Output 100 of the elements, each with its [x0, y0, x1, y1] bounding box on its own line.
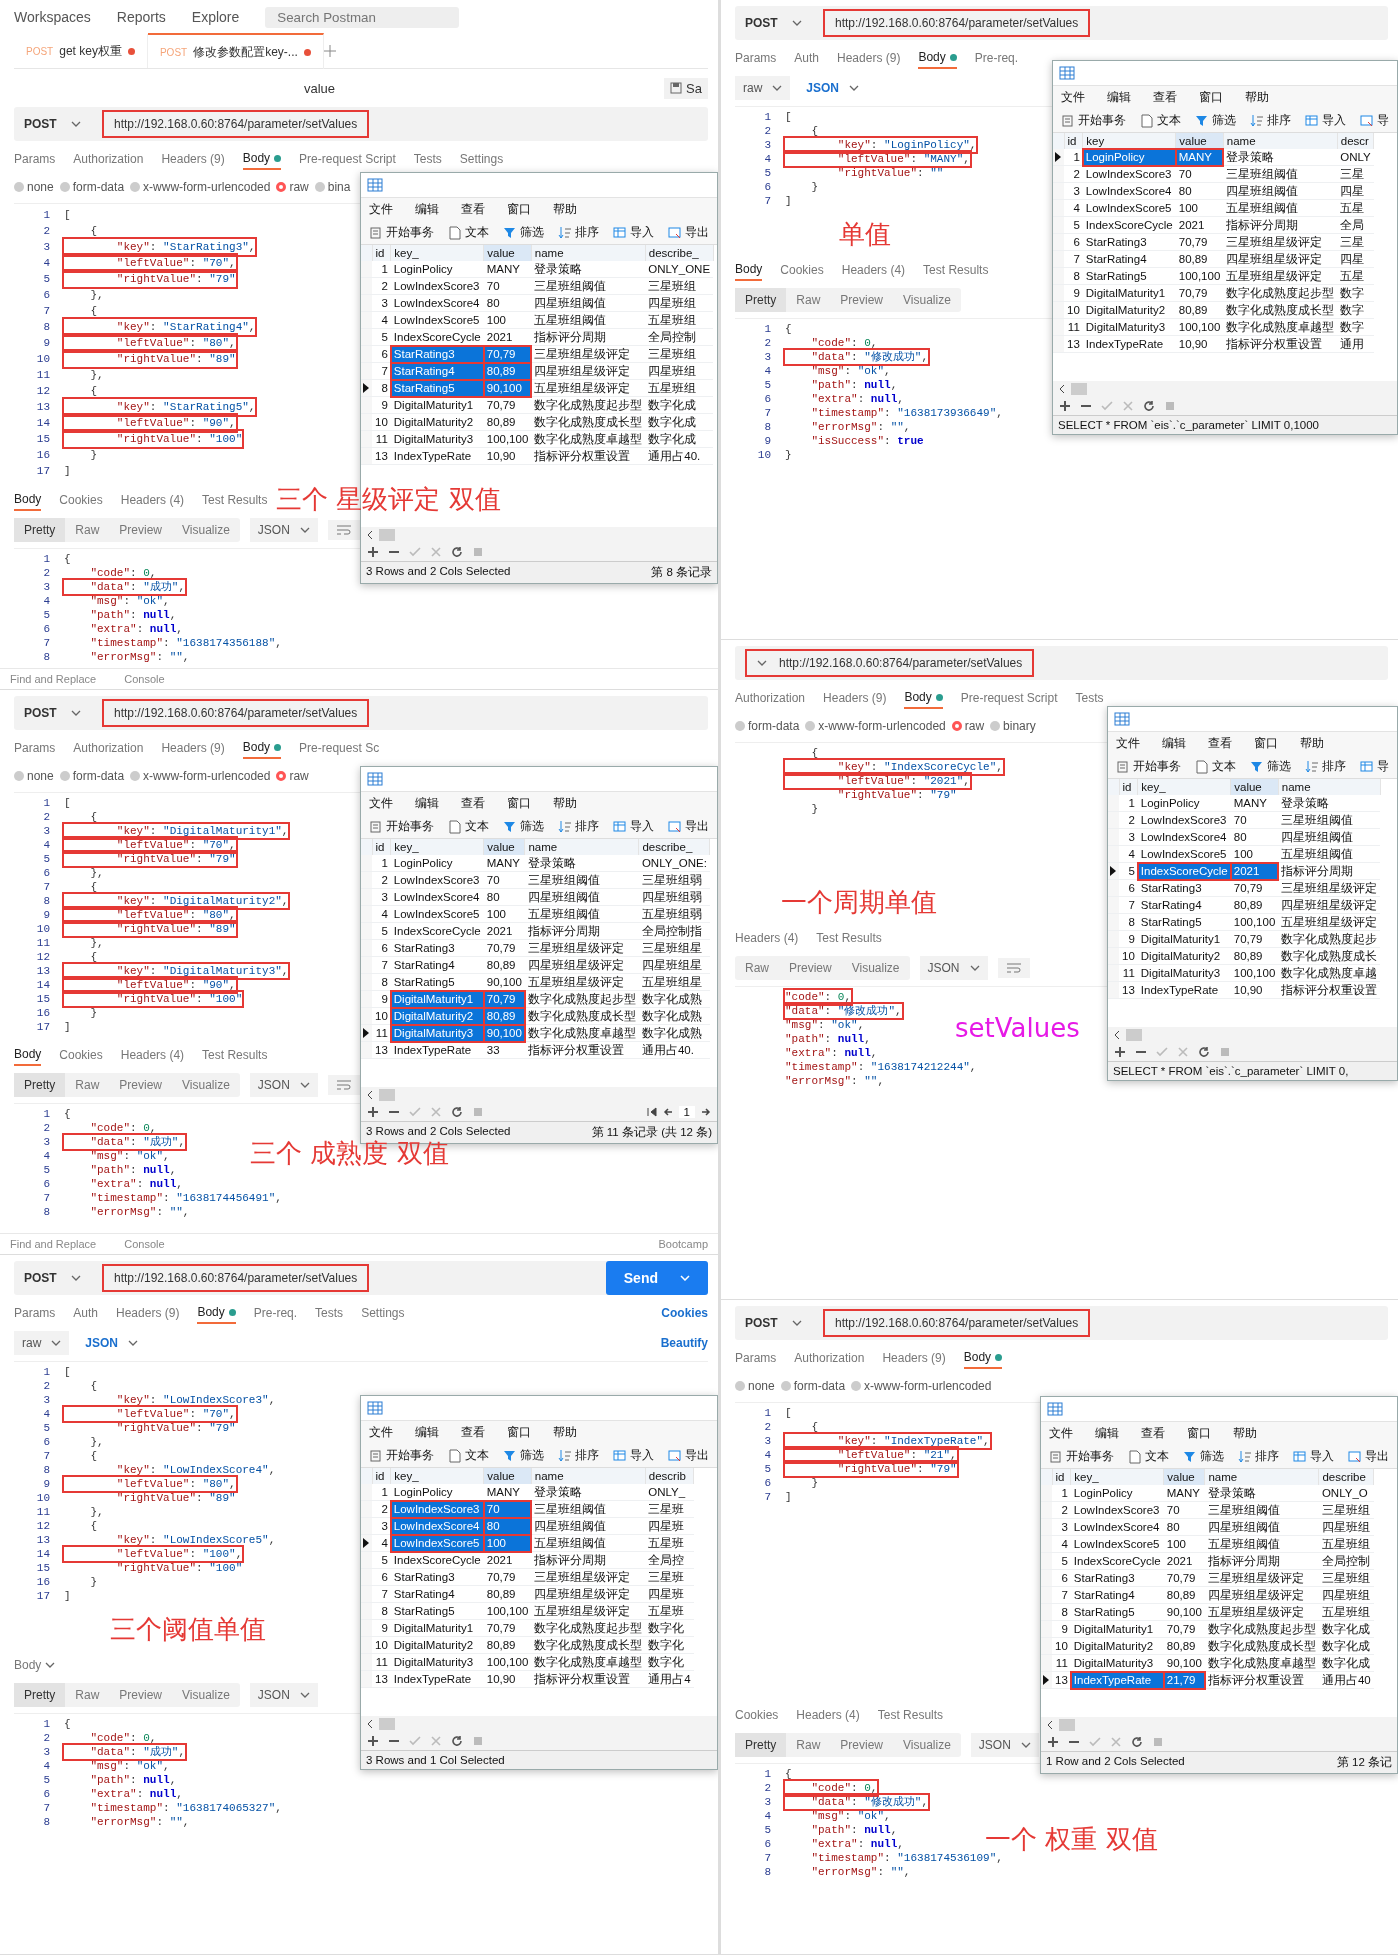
scroll-left-icon[interactable] — [367, 530, 373, 540]
menu-item[interactable]: 窗口 — [507, 796, 531, 811]
request-option-tab[interactable]: Pre-req. — [253, 1303, 298, 1323]
footer-link[interactable]: Console — [124, 1238, 165, 1250]
row-header-cell[interactable] — [361, 888, 372, 906]
body-type-radio[interactable]: form-data — [780, 1379, 846, 1393]
format-dropdown[interactable]: JSON — [970, 1733, 1039, 1757]
scrollbar-thumb[interactable] — [1071, 383, 1087, 395]
request-option-tab[interactable]: Headers (9) — [161, 738, 225, 758]
row-header-cell[interactable] — [1041, 1671, 1052, 1689]
menu-item[interactable]: 帮助 — [553, 796, 577, 811]
response-tab[interactable]: Test Results — [202, 490, 268, 510]
request-option-tab[interactable]: Body — [242, 148, 282, 170]
menu-item[interactable]: 窗口 — [1254, 736, 1278, 751]
body-mode-dropdown[interactable]: raw — [735, 76, 791, 100]
check-icon[interactable] — [409, 546, 421, 558]
row-header-cell[interactable] — [1108, 947, 1119, 965]
chevron-icon[interactable] — [791, 20, 802, 26]
row-header-cell[interactable] — [1108, 981, 1119, 999]
request-option-tab[interactable]: Body — [242, 737, 282, 759]
row-header-cell[interactable] — [361, 396, 372, 414]
chevron-icon[interactable] — [299, 527, 310, 533]
row-header-cell[interactable] — [1108, 811, 1119, 829]
request-option-tab[interactable]: Body — [963, 1347, 1003, 1369]
row-header-cell[interactable] — [1108, 930, 1119, 948]
response-tab[interactable]: Test Results — [816, 928, 882, 948]
refresh-icon[interactable] — [451, 1735, 463, 1747]
request-option-tab[interactable]: Auth — [73, 1303, 99, 1323]
row-header-cell[interactable] — [1041, 1518, 1052, 1536]
row-header-cell[interactable] — [361, 1568, 372, 1586]
request-option-tab[interactable]: Headers (9) — [882, 1348, 946, 1368]
request-option-tab[interactable]: Authorization — [735, 688, 806, 708]
toolbar-button[interactable]: 排序 — [1236, 1448, 1281, 1465]
response-tab[interactable]: Cookies — [59, 490, 103, 510]
send-button[interactable]: Send — [605, 1261, 708, 1295]
request-option-tab[interactable]: Headers (9) — [837, 48, 901, 68]
view-tab[interactable]: Preview — [109, 518, 173, 542]
body-type-radio[interactable]: x-www-form-urlencoded — [851, 1379, 992, 1393]
footer-link[interactable]: Bootcamp — [658, 1238, 708, 1250]
toolbar-button[interactable]: 文本 — [446, 224, 491, 241]
refresh-icon[interactable] — [451, 1106, 463, 1118]
response-tab[interactable]: Headers (4) — [796, 1705, 860, 1725]
check-icon[interactable] — [1156, 1046, 1168, 1058]
column-header[interactable]: name — [1223, 133, 1338, 149]
nav-link[interactable]: Explore — [191, 9, 240, 25]
first-page-icon[interactable] — [646, 1107, 657, 1117]
view-tab[interactable]: Raw — [786, 288, 831, 312]
chevron-icon[interactable] — [70, 1275, 81, 1281]
column-header[interactable]: describe_ — [638, 839, 710, 855]
row-header-cell[interactable] — [1108, 879, 1119, 897]
column-header[interactable]: value — [1230, 779, 1279, 795]
close-icon[interactable] — [1177, 1046, 1189, 1058]
toolbar-button[interactable]: 筛选 — [1193, 112, 1238, 129]
row-header-cell[interactable] — [1053, 267, 1064, 285]
menu-item[interactable]: 编辑 — [1107, 90, 1131, 105]
menu-item[interactable]: 查看 — [1208, 736, 1232, 751]
toolbar-button[interactable]: 导 — [1358, 112, 1391, 129]
row-header-cell[interactable] — [1053, 301, 1064, 319]
column-header[interactable]: key_ — [390, 839, 484, 855]
stop-icon[interactable] — [472, 1106, 484, 1118]
method-dropdown[interactable]: POST — [745, 1316, 815, 1330]
response-tab[interactable]: Body — [14, 1655, 56, 1675]
chevron-icon[interactable] — [849, 85, 860, 91]
url-field[interactable]: http://192.168.0.60:8764/parameter/setValues — [102, 1264, 370, 1292]
close-icon[interactable] — [430, 1106, 442, 1118]
menu-item[interactable]: 查看 — [1141, 1426, 1165, 1441]
view-tab[interactable]: Pretty — [14, 518, 66, 542]
row-header-cell[interactable] — [361, 345, 372, 363]
menu-item[interactable]: 窗口 — [507, 202, 531, 217]
language-dropdown[interactable]: JSON — [85, 1336, 139, 1350]
menu-item[interactable]: 帮助 — [1233, 1426, 1257, 1441]
menu-item[interactable]: 文件 — [369, 796, 393, 811]
column-header[interactable]: name — [524, 839, 639, 855]
row-header-cell[interactable] — [1108, 896, 1119, 914]
refresh-icon[interactable] — [1143, 400, 1155, 412]
view-tab[interactable]: Visualize — [893, 288, 961, 312]
menu-item[interactable]: 帮助 — [553, 1425, 577, 1440]
request-option-tab[interactable]: Params — [14, 149, 56, 169]
toolbar-button[interactable]: 导 — [1358, 758, 1391, 775]
toolbar-button[interactable]: 文本 — [1126, 1448, 1171, 1465]
row-header-cell[interactable] — [361, 328, 372, 346]
toolbar-button[interactable]: 开始事务 — [1059, 112, 1128, 129]
menu-item[interactable]: 文件 — [1061, 90, 1085, 105]
chevron-icon[interactable] — [299, 1082, 310, 1088]
stop-icon[interactable] — [472, 1735, 484, 1747]
body-mode-dropdown[interactable]: raw — [14, 1331, 70, 1355]
toolbar-button[interactable]: 开始事务 — [1047, 1448, 1116, 1465]
menu-item[interactable]: 编辑 — [415, 1425, 439, 1440]
view-tab[interactable]: Raw — [65, 1073, 110, 1097]
row-header-cell[interactable] — [1108, 964, 1119, 982]
menu-item[interactable]: 帮助 — [1300, 736, 1324, 751]
check-icon[interactable] — [409, 1106, 421, 1118]
cookies-link[interactable]: Cookies — [661, 1306, 708, 1320]
row-header-cell[interactable] — [361, 1007, 372, 1025]
plus-icon[interactable] — [367, 1735, 379, 1747]
check-icon[interactable] — [1101, 400, 1113, 412]
request-option-tab[interactable]: Authorization — [73, 738, 144, 758]
column-header[interactable]: key — [1082, 133, 1176, 149]
view-tab[interactable]: Pretty — [735, 1733, 787, 1757]
response-tab[interactable]: Test Results — [202, 1045, 268, 1065]
